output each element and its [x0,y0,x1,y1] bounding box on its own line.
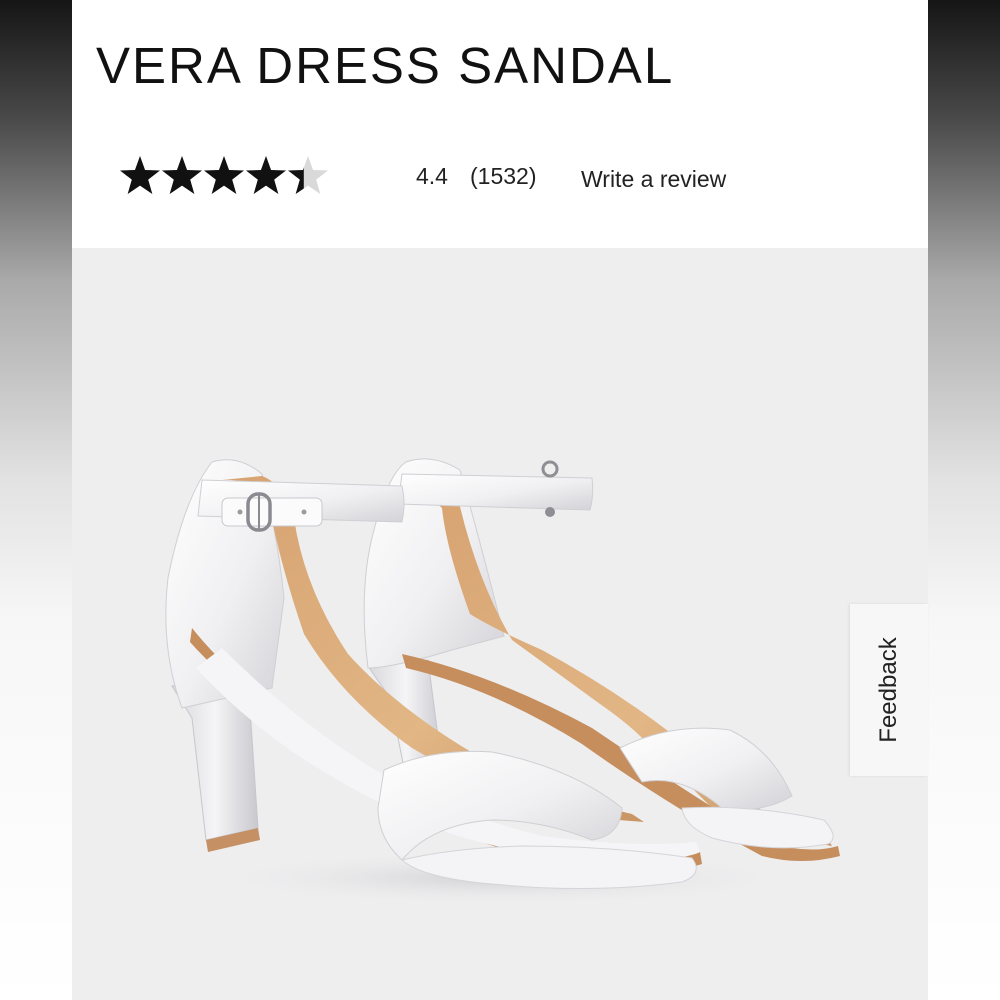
star-icon [162,156,202,194]
feedback-label: Feedback [875,637,902,743]
rating-value: 4.4 [416,163,448,189]
product-image[interactable] [72,248,928,1000]
star-icon [204,156,244,194]
write-review-link[interactable]: Write a review [581,166,726,193]
product-page: VERA DRESS SANDAL 4.4 (1532) Write a rev… [72,0,928,1000]
star-icon [120,156,160,194]
star-icon [246,156,286,194]
star-icon [288,156,328,194]
rating-row: 4.4 (1532) Write a review [118,152,818,204]
sandal-pair-illustration [165,458,840,906]
product-title: VERA DRESS SANDAL [96,37,675,94]
right-backdrop [928,0,1000,1000]
left-backdrop [0,0,72,1000]
review-count[interactable]: (1532) [470,163,536,190]
feedback-tab[interactable]: Feedback [850,604,928,776]
star-rating[interactable] [118,154,334,200]
